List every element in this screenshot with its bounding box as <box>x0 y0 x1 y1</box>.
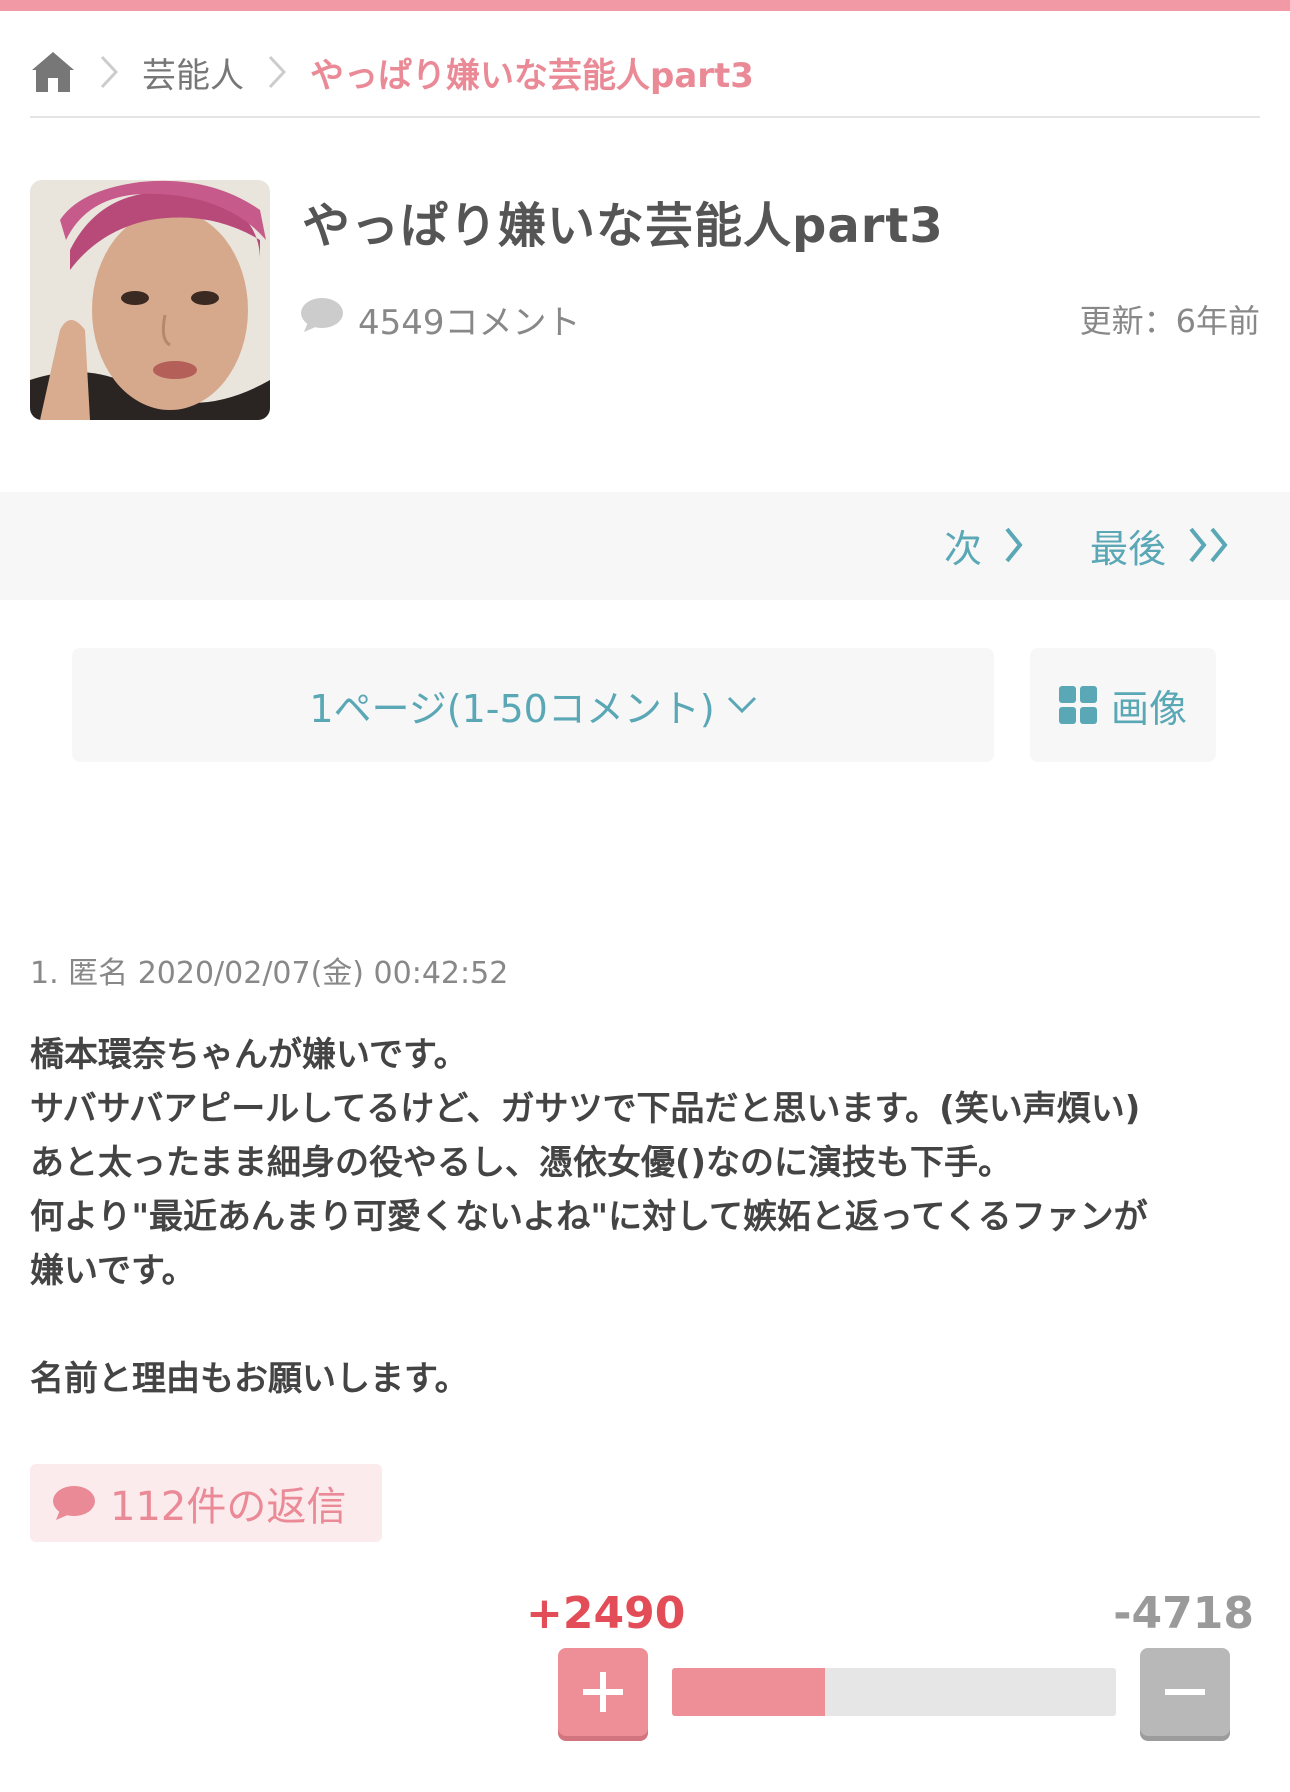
replies-button[interactable]: 112件の返信 <box>30 1464 382 1542</box>
updated-time: 更新：6年前 <box>1079 302 1260 340</box>
home-icon[interactable] <box>30 49 76 95</box>
breadcrumb: 芸能人 やっぱり嫌いな芸能人part3 <box>30 38 1260 118</box>
minus-vote-button[interactable] <box>1140 1648 1230 1736</box>
comment-line <box>30 1298 1260 1352</box>
next-page-label: 次 <box>944 526 983 571</box>
comment-line: 嫌いです。 <box>30 1251 196 1291</box>
comment-line: あと太ったまま細身の役やるし、憑依女優()なのに演技も下手。 <box>30 1143 1013 1183</box>
images-button[interactable]: 画像 <box>1030 648 1216 762</box>
plus-vote-button[interactable] <box>558 1648 648 1736</box>
page-select-dropdown[interactable]: 1ページ(1-50コメント) <box>72 648 994 762</box>
minus-vote-count: -4718 <box>1113 1588 1254 1639</box>
comment-line: 名前と理由もお願いします。 <box>30 1359 469 1399</box>
comment-line: 何より"最近あんまり可愛くないよね"に対して嫉妬と返ってくるファンが <box>30 1197 1148 1237</box>
chevron-right-icon <box>1005 527 1023 563</box>
comment-meta: 1. 匿名 2020/02/07(金) 00:42:52 <box>30 956 509 991</box>
top-accent-bar <box>0 0 1290 11</box>
comment-line: サバサバアピールしてるけど、ガサツで下品だと思います。(笑い声煩い) <box>30 1089 1141 1129</box>
vote-ratio-bar <box>672 1668 1116 1716</box>
last-page-label: 最後 <box>1090 526 1167 571</box>
last-page-link[interactable]: 最後 <box>1090 510 1232 580</box>
plus-icon <box>583 1672 623 1712</box>
minus-icon <box>1165 1689 1205 1695</box>
topic-title: やっぱり嫌いな芸能人part3 <box>302 198 944 254</box>
vote-ratio-fill <box>672 1668 826 1716</box>
replies-label: 112件の返信 <box>110 1484 347 1530</box>
comment-count-label: 4549コメント <box>358 303 581 343</box>
comment-line: 橋本環奈ちゃんが嫌いです。 <box>30 1035 468 1075</box>
plus-vote-count: +2490 <box>526 1588 686 1639</box>
comment-body: 橋本環奈ちゃんが嫌いです。 サバサバアピールしてるけど、ガサツで下品だと思います… <box>30 1028 1260 1406</box>
pager-bar: 次 最後 <box>0 492 1290 600</box>
images-button-label: 画像 <box>1110 686 1187 731</box>
double-chevron-right-icon <box>1189 527 1228 563</box>
breadcrumb-category-link[interactable]: 芸能人 <box>142 48 244 97</box>
page-select-label: 1ページ(1-50コメント) <box>309 686 715 731</box>
speech-bubble-icon <box>53 1486 95 1520</box>
speech-bubble-icon <box>300 296 344 343</box>
breadcrumb-current: やっぱり嫌いな芸能人part3 <box>310 55 754 96</box>
grid-icon <box>1058 686 1097 724</box>
chevron-down-icon <box>727 696 756 714</box>
next-page-link[interactable]: 次 <box>944 510 1024 580</box>
comment-count: 4549コメント <box>300 295 581 344</box>
chevron-right-icon <box>254 49 300 95</box>
topic-thumbnail <box>30 180 270 420</box>
chevron-right-icon <box>86 49 132 95</box>
